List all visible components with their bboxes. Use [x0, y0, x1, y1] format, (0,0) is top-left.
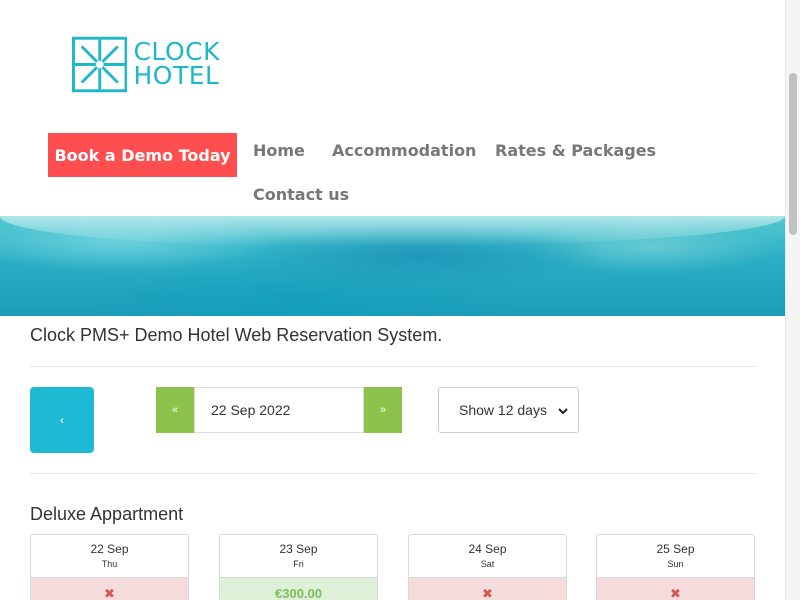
day-card[interactable]: 22 Sep Thu ✖ — [30, 534, 189, 600]
day-date: 25 Sep — [656, 542, 695, 556]
logo-line-2: HOTEL — [133, 61, 220, 90]
page-title: Clock PMS+ Demo Hotel Web Reservation Sy… — [30, 325, 443, 345]
clock-logo-icon — [72, 36, 128, 92]
previous-button[interactable]: ‹ — [30, 387, 94, 453]
room-title: Deluxe Appartment — [30, 504, 184, 524]
day-date: 24 Sep — [468, 542, 507, 556]
clock-hotel-logo[interactable]: CLOCK HOTEL — [72, 35, 220, 93]
page: CLOCK HOTEL Book a Demo Today Home Accom… — [0, 0, 785, 600]
unavailable-icon: ✖ — [31, 577, 188, 600]
double-chevron-right-icon: » — [379, 404, 387, 416]
unavailable-icon: ✖ — [409, 577, 566, 600]
chevron-left-icon: ‹ — [60, 413, 64, 427]
hero-wave — [0, 216, 785, 246]
logo-text: CLOCK HOTEL — [133, 39, 220, 90]
day-of-week: Thu — [101, 559, 118, 569]
day-of-week: Sun — [667, 559, 684, 569]
day-date: 23 Sep — [279, 542, 318, 556]
days-select[interactable]: Show 12 days — [438, 387, 579, 433]
chevron-down-icon — [558, 408, 568, 415]
book-demo-button[interactable]: Book a Demo Today — [48, 133, 237, 177]
nav-item-rates-packages[interactable]: Rates & Packages — [495, 141, 656, 160]
previous-date-button[interactable]: « — [156, 387, 194, 433]
days-select-value: Show 12 days — [459, 402, 547, 418]
date-input[interactable] — [194, 387, 364, 433]
day-of-week: Sat — [480, 559, 495, 569]
day-card[interactable]: 23 Sep Fri €300.00 — [219, 534, 378, 600]
next-date-button[interactable]: » — [364, 387, 402, 433]
scrollbar-thumb[interactable] — [789, 73, 797, 235]
day-card[interactable]: 25 Sep Sun ✖ — [596, 534, 755, 600]
vertical-scrollbar[interactable] — [785, 0, 800, 600]
divider — [30, 473, 755, 474]
divider — [30, 366, 755, 367]
unavailable-icon: ✖ — [597, 577, 754, 600]
day-of-week: Fri — [293, 559, 304, 569]
day-card[interactable]: 24 Sep Sat ✖ — [408, 534, 567, 600]
hero-banner-image — [0, 216, 785, 316]
nav-item-home[interactable]: Home — [253, 141, 305, 160]
nav-item-contact-us[interactable]: Contact us — [253, 185, 349, 204]
nav-item-accommodation[interactable]: Accommodation — [332, 141, 476, 160]
day-date: 22 Sep — [90, 542, 129, 556]
day-price: €300.00 — [220, 577, 377, 600]
double-chevron-left-icon: « — [171, 404, 179, 416]
